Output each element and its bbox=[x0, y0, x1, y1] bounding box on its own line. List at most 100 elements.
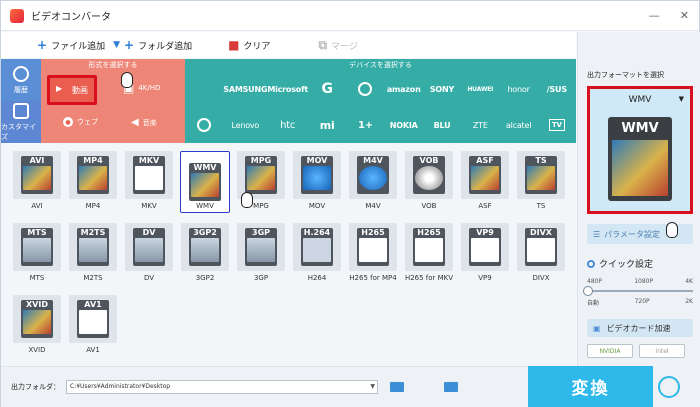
format-tile-ts[interactable]: TS TS bbox=[517, 151, 565, 211]
device-asus[interactable]: /SUS bbox=[538, 71, 576, 107]
m2ts-icon-art bbox=[79, 238, 107, 262]
gpu-acceleration-button[interactable]: ▣ ビデオカード加速 bbox=[587, 319, 693, 337]
h265-mkv-icon: H265 bbox=[413, 228, 445, 266]
category-music[interactable]: ◀ 音楽 bbox=[131, 117, 157, 128]
format-tile-vob[interactable]: VOB VOB bbox=[405, 151, 453, 211]
3gp2-icon: 3GP2 bbox=[189, 228, 221, 266]
device-lg[interactable] bbox=[346, 71, 384, 107]
gpu-acceleration-label: ビデオカード加速 bbox=[606, 323, 671, 333]
avi-icon: AVI bbox=[21, 156, 53, 194]
format-panel-label: 形式を選択する bbox=[88, 61, 138, 69]
format-tile-m4v[interactable]: M4V M4V bbox=[349, 151, 397, 211]
convert-button[interactable]: 変換 bbox=[528, 366, 653, 407]
m2ts-icon: M2TS bbox=[77, 228, 109, 266]
format-tile-divx[interactable]: DIVX DIVX bbox=[517, 223, 565, 283]
output-format-selector[interactable]: WMV ▼ WMV bbox=[587, 86, 693, 214]
format-tile-dv[interactable]: DV DV bbox=[125, 223, 173, 283]
format-tile-3gp2[interactable]: 3GP2 3GP2 bbox=[181, 223, 229, 283]
format-tile-h265-mkv[interactable]: H265 H265 for MKV bbox=[405, 223, 453, 283]
output-folder-path[interactable]: C:¥Users¥Administrator¥Desktop ▼ bbox=[66, 380, 378, 394]
output-format-title: 出力フォーマットを選択 bbox=[587, 71, 664, 79]
format-tile-mp4[interactable]: MP4 MP4 bbox=[69, 151, 117, 211]
chevron-down-icon[interactable]: ▼ bbox=[370, 381, 375, 393]
clear-button[interactable]: ■ クリア bbox=[228, 38, 270, 52]
merge-icon: ⧉ bbox=[318, 37, 328, 52]
format-tile-h265-mkv-bg: H265 bbox=[405, 223, 453, 271]
output-format-dropdown[interactable]: WMV ▼ bbox=[590, 95, 690, 105]
alarm-clock-icon[interactable] bbox=[658, 376, 680, 398]
folder-icon[interactable] bbox=[390, 382, 404, 392]
h265-mp4-icon: H265 bbox=[357, 228, 389, 266]
output-folder-path-text: C:¥Users¥Administrator¥Desktop bbox=[70, 383, 171, 390]
device-motorola[interactable] bbox=[185, 107, 223, 143]
device-honor[interactable]: honor bbox=[499, 71, 537, 107]
format-tile-mov[interactable]: MOV MOV bbox=[293, 151, 341, 211]
format-tile-h264-bg: H.264 bbox=[293, 223, 341, 271]
format-tile-vp9[interactable]: VP9 VP9 bbox=[461, 223, 509, 283]
format-tile-h265-mp4[interactable]: H265 H265 for MP4 bbox=[349, 223, 397, 283]
output-icon-art bbox=[612, 140, 668, 196]
folder-plus-icon: + bbox=[124, 38, 135, 52]
category-web[interactable]: ● ウェブ bbox=[63, 117, 98, 127]
open-output-folder-icon[interactable] bbox=[444, 382, 458, 392]
format-tile-asf[interactable]: ASF ASF bbox=[461, 151, 509, 211]
format-label: WMV bbox=[196, 202, 214, 210]
format-tile-h265-mp4-bg: H265 bbox=[349, 223, 397, 271]
device-google[interactable]: G bbox=[308, 71, 346, 107]
chevron-down-icon: ▼ bbox=[678, 95, 684, 103]
device-alcatel[interactable]: alcatel bbox=[499, 107, 537, 143]
add-folder-button[interactable]: ▼ + フォルダ追加 bbox=[113, 38, 192, 52]
recent-button[interactable]: 履歴 bbox=[1, 59, 41, 101]
wmv-icon-text: WMV bbox=[193, 163, 217, 172]
device-tv[interactable]: TV bbox=[538, 107, 576, 143]
device-oneplus[interactable]: 1+ bbox=[346, 107, 384, 143]
slider-knob[interactable] bbox=[583, 286, 593, 296]
format-tile-wmv[interactable]: WMV WMV bbox=[180, 151, 230, 213]
customize-button[interactable]: カスタマイズ bbox=[1, 101, 41, 143]
device-lenovo[interactable]: Lenovo bbox=[223, 107, 267, 143]
h264-icon-text: H.264 bbox=[303, 228, 331, 237]
h264-icon: H.264 bbox=[301, 228, 333, 266]
xvid-icon-art bbox=[23, 310, 51, 334]
device-nokia[interactable]: NOKIA bbox=[385, 107, 423, 143]
quality-slider[interactable] bbox=[583, 286, 693, 296]
mp4-icon-art bbox=[79, 166, 107, 190]
intel-logo: intel bbox=[639, 344, 685, 358]
device-xiaomi[interactable]: mi bbox=[308, 107, 346, 143]
mouse-cursor-icon bbox=[666, 222, 678, 238]
category-4k-label: 4K/HD bbox=[138, 84, 161, 92]
gpu-logos: NVIDIA intel bbox=[587, 344, 685, 358]
format-tile-m2ts[interactable]: M2TS M2TS bbox=[69, 223, 117, 283]
format-tile-3gp[interactable]: 3GP 3GP bbox=[237, 223, 285, 283]
device-microsoft[interactable]: Microsoft bbox=[267, 71, 308, 107]
bottom-bar: 出力フォルダ： C:¥Users¥Administrator¥Desktop ▼ bbox=[1, 366, 577, 407]
format-tile-av1[interactable]: AV1 AV1 bbox=[69, 295, 117, 355]
format-tile-avi-bg: AVI bbox=[13, 151, 61, 199]
device-apple[interactable] bbox=[185, 71, 223, 107]
dv-icon: DV bbox=[133, 228, 165, 266]
format-tile-xvid-bg: XVID bbox=[13, 295, 61, 343]
device-sony[interactable]: SONY bbox=[423, 71, 461, 107]
device-huawei[interactable]: HUAWEI bbox=[461, 71, 499, 107]
h265-mkv-icon-text: H265 bbox=[417, 228, 441, 237]
device-amazon[interactable]: amazon bbox=[385, 71, 423, 107]
merge-button[interactable]: ⧉ マージ bbox=[318, 38, 357, 53]
device-samsung[interactable]: SAMSUNG bbox=[223, 71, 267, 107]
minimize-icon[interactable]: — bbox=[649, 9, 660, 22]
av1-icon: AV1 bbox=[77, 300, 109, 338]
device-htc[interactable]: htc bbox=[267, 107, 308, 143]
asf-icon-text: ASF bbox=[476, 156, 494, 165]
format-label: MTS bbox=[29, 274, 45, 282]
add-file-button[interactable]: + ファイル追加 bbox=[37, 38, 105, 52]
category-video[interactable]: ▶ 動画 bbox=[47, 75, 97, 105]
format-tile-xvid[interactable]: XVID XVID bbox=[13, 295, 61, 355]
format-tile-avi[interactable]: AVI AVI bbox=[13, 151, 61, 211]
format-tile-divx-bg: DIVX bbox=[517, 223, 565, 271]
m4v-icon: M4V bbox=[357, 156, 389, 194]
format-tile-mkv[interactable]: MKV MKV bbox=[125, 151, 173, 211]
device-zte[interactable]: ZTE bbox=[461, 107, 499, 143]
format-tile-h264[interactable]: H.264 H264 bbox=[293, 223, 341, 283]
close-icon[interactable]: ✕ bbox=[680, 9, 689, 22]
device-blu[interactable]: BLU bbox=[423, 107, 461, 143]
format-tile-mts[interactable]: MTS MTS bbox=[13, 223, 61, 283]
